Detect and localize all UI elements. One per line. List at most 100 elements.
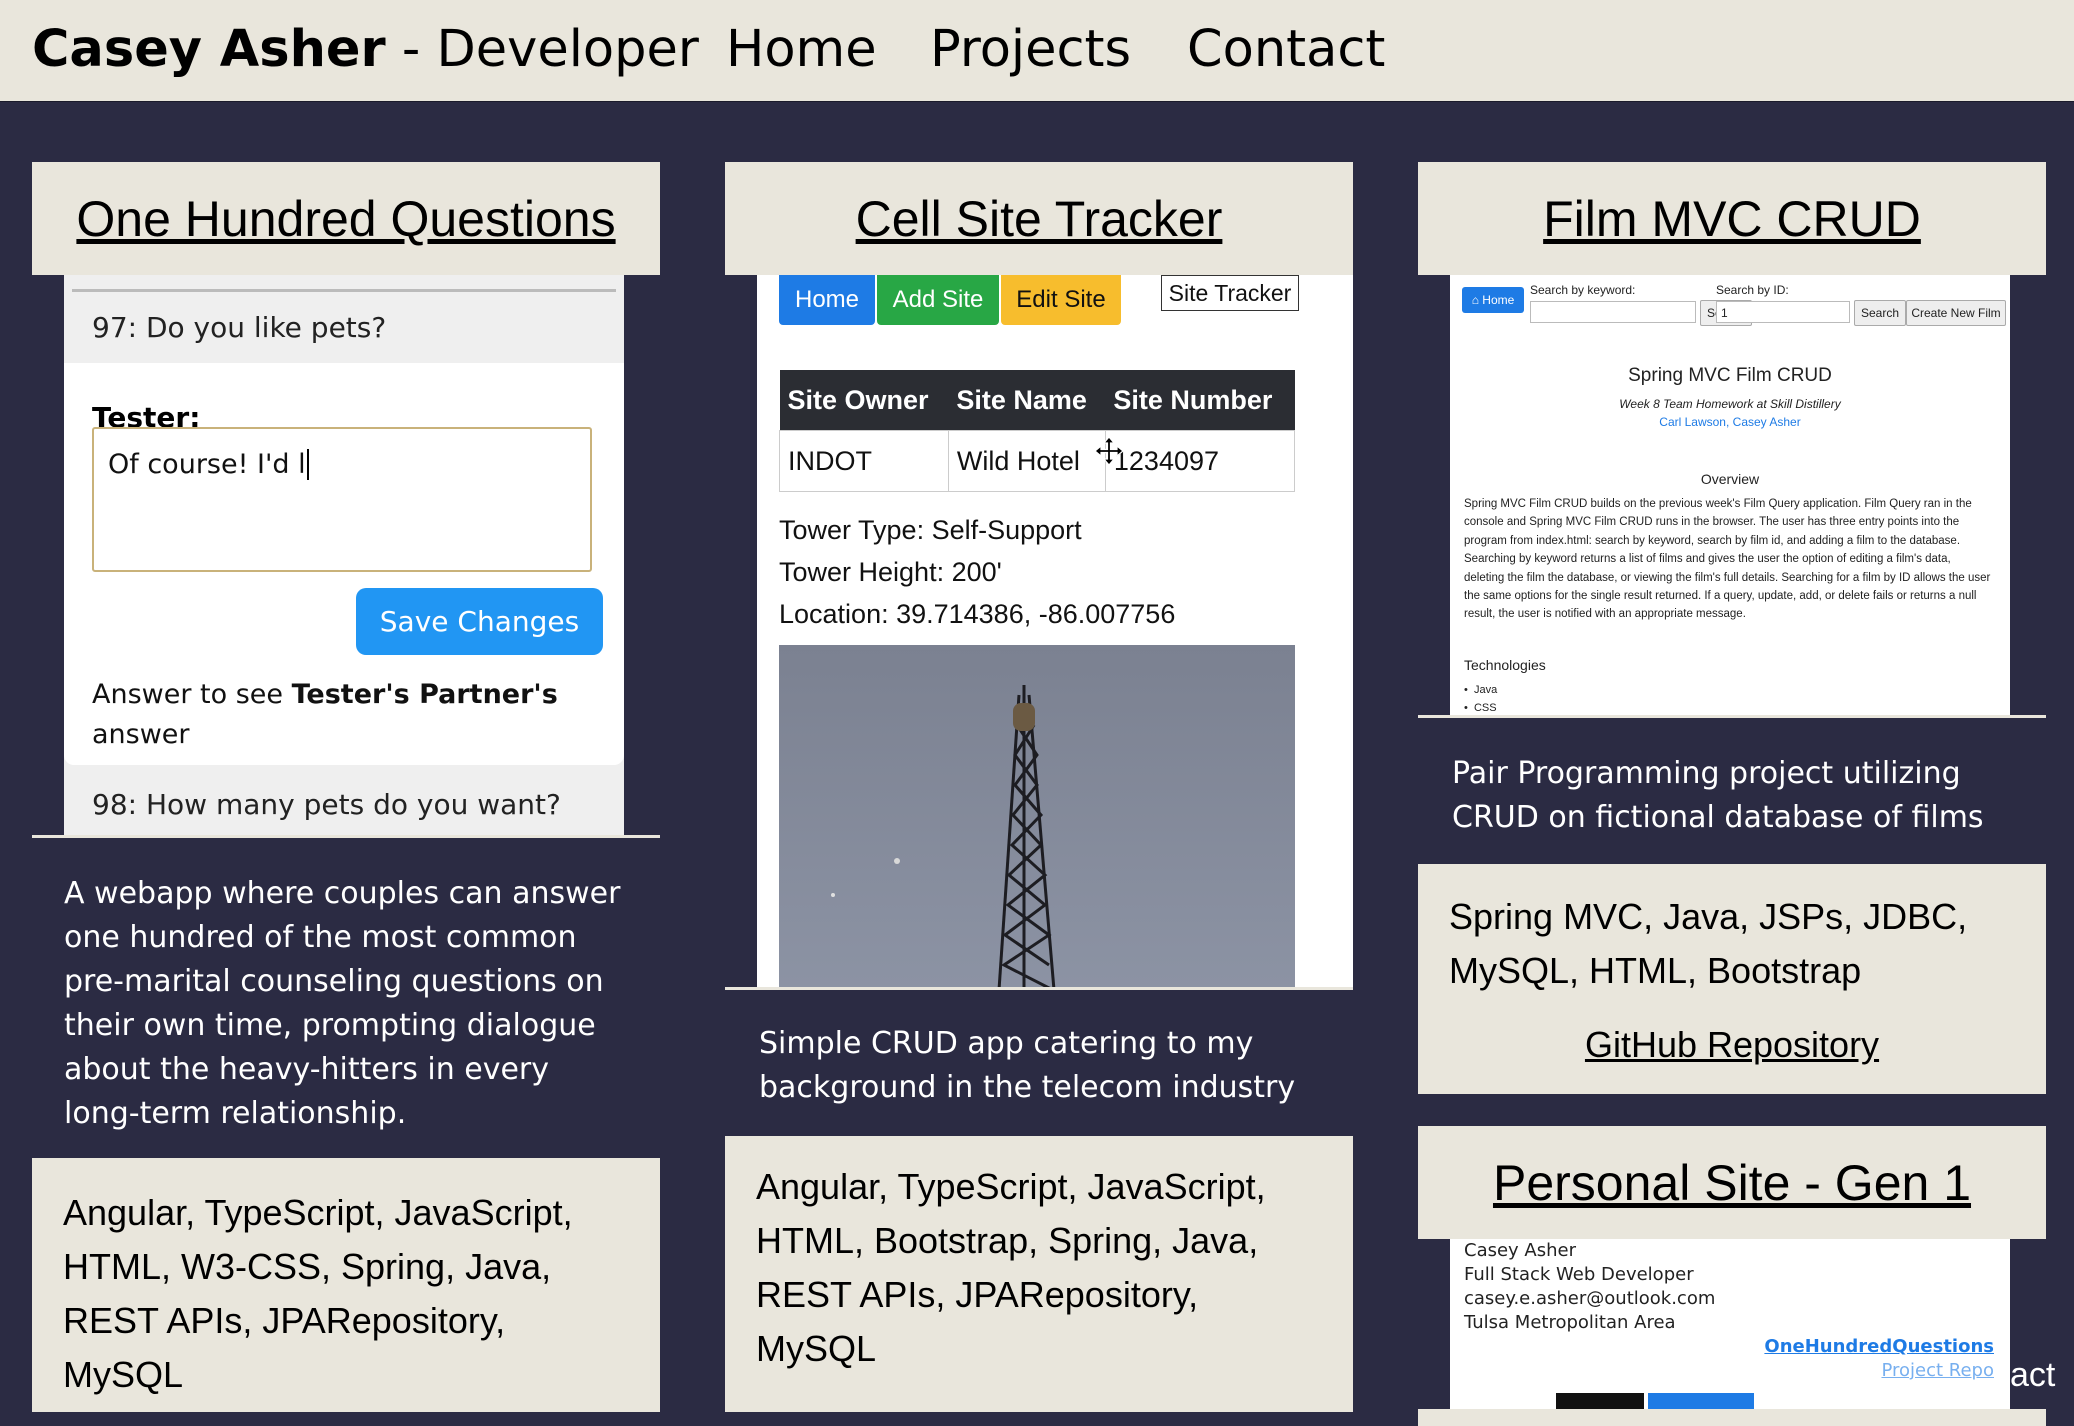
table-row: INDOT Wild Hotel 1234097	[779, 430, 1296, 492]
project-description: Simple CRUD app catering to my backgroun…	[725, 987, 1353, 1139]
author-link: Casey Asher	[1732, 415, 1801, 429]
tech-line: HTML, Bootstrap, Spring, Java,	[756, 1220, 1259, 1261]
desc-line: their own time, prompting dialogue	[64, 1008, 596, 1043]
list-item: • CSS	[1464, 702, 1497, 714]
overlay-contact-fragment: act	[2010, 1356, 2056, 1394]
project-card-personal-site-gen-1: Personal Site - Gen 1 Casey Asher Full S…	[1418, 1126, 2046, 1426]
desc-line: A webapp where couples can answer	[64, 876, 621, 911]
author-separator: ,	[1725, 415, 1733, 429]
tech-item: Java	[1473, 684, 1498, 696]
tracker-screen: Home Add Site Edit Site Site Tracker Sit…	[757, 275, 1353, 987]
author-link: Carl Lawson	[1659, 415, 1726, 429]
project-description: Pair Programming project utilizing CRUD …	[1418, 715, 2046, 867]
tech-line: HTML, W3-CSS, Spring, Java,	[63, 1246, 552, 1287]
film-heading: Spring MVC Film CRUD	[1628, 365, 1832, 386]
list-item: • Java	[1464, 684, 1498, 696]
prompt-bold: Tester's Partner's	[291, 679, 558, 710]
dark-block	[1556, 1393, 1644, 1409]
tech-line: Angular, TypeScript, JavaScript,	[756, 1166, 1266, 1207]
add-site-button: Add Site	[877, 275, 999, 325]
answer-textarea: Of course! I'd l	[92, 427, 592, 572]
move-cursor-icon	[1094, 436, 1124, 466]
project-title[interactable]: One Hundred Questions	[32, 190, 660, 248]
tech-line: REST APIs, JPARepository,	[756, 1274, 1199, 1315]
nav-projects[interactable]: Projects	[930, 20, 1131, 79]
nav-home[interactable]: Home	[726, 20, 877, 79]
search-keyword-input	[1530, 301, 1696, 323]
nav-contact[interactable]: Contact	[1187, 20, 1385, 79]
overview-title: Overview	[1700, 471, 1760, 487]
tower-illustration	[831, 685, 1056, 987]
personal-site-screen: Casey Asher Full Stack Web Developer cas…	[1450, 1239, 2010, 1409]
brand-name: Casey Asher	[32, 20, 386, 79]
search-id-button: Search	[1854, 300, 1906, 326]
desc-line: Simple CRUD app catering to my	[759, 1026, 1254, 1061]
project-tech-list: Spring MVC, Java, JSPs, JDBC, MySQL, HTM…	[1449, 890, 1967, 998]
contact-line: Casey Asher	[1464, 1240, 1576, 1261]
project-description: A webapp where couples can answer one hu…	[32, 835, 660, 1161]
search-keyword-label: Search by keyword:	[1530, 283, 1636, 297]
project-screenshot: Casey Asher Full Stack Web Developer cas…	[1418, 1239, 2046, 1409]
desc-line: CRUD on fictional database of films	[1452, 800, 1984, 835]
contact-line: casey.e.asher@outlook.com	[1464, 1288, 1716, 1309]
tech-item: CSS	[1473, 702, 1497, 714]
project-screenshot: Home Add Site Edit Site Site Tracker Sit…	[725, 275, 1353, 987]
answer-prompt: Answer to see Tester's Partner's answer	[92, 675, 592, 755]
prompt-suffix: answer	[92, 719, 190, 750]
table-header: Site Number	[1105, 370, 1295, 431]
site-tracker-brand: Site Tracker	[1161, 275, 1299, 311]
desc-line: background in the telecom industry	[759, 1070, 1296, 1105]
project-repo-link: Project Repo	[1881, 1360, 1994, 1381]
answer-panel: Tester: Of course! I'd l Save Changes An…	[64, 363, 624, 765]
table-header: Site Owner	[779, 370, 949, 431]
table-cell: Wild Hotel	[947, 430, 1106, 492]
project-title[interactable]: Cell Site Tracker	[725, 190, 1353, 248]
question-97: 97: Do you like pets?	[64, 293, 624, 363]
tower-photo	[779, 645, 1295, 987]
blue-block	[1648, 1393, 1754, 1409]
project-card-film-mvc-crud: Film MVC CRUD ⌂ Home Search by keyword: …	[1418, 162, 2046, 1094]
question-98: 98: How many pets do you want?	[64, 775, 624, 835]
edit-site-button: Edit Site	[1001, 275, 1121, 325]
search-id-label: Search by ID:	[1716, 283, 1789, 297]
desc-line: about the heavy-hitters in every	[64, 1052, 549, 1087]
tower-height: Tower Height: 200'	[779, 557, 1002, 587]
tech-line: REST APIs, JPARepository,	[63, 1300, 506, 1341]
tower-location: Location: 39.714386, -86.007756	[779, 599, 1176, 629]
save-changes-button: Save Changes	[356, 588, 603, 655]
brand-suffix: - Developer	[385, 20, 699, 79]
top-navbar: Casey Asher - Developer Home Projects Co…	[0, 0, 2074, 102]
table-cell: 1234097	[1104, 430, 1296, 492]
project-tech-list: Angular, TypeScript, JavaScript, HTML, B…	[756, 1160, 1266, 1376]
tech-line: Spring MVC, Java, JSPs, JDBC,	[1449, 896, 1968, 937]
film-authors: Carl Lawson, Casey Asher	[1450, 415, 2010, 429]
prompt-prefix: Answer to see	[92, 679, 292, 710]
table-cell: INDOT	[779, 430, 949, 492]
home-label: Home	[1482, 293, 1515, 307]
create-film-button: Create New Film	[1906, 300, 2006, 326]
project-title[interactable]: Personal Site - Gen 1	[1418, 1154, 2046, 1212]
desc-line: one hundred of the most common	[64, 920, 577, 955]
project-link: OneHundredQuestions	[1764, 1336, 1994, 1357]
project-screenshot: ⌂ Home Search by keyword: Search Search …	[1418, 275, 2046, 715]
technologies-title: Technologies	[1464, 657, 1546, 673]
desc-line: pre-marital counseling questions on	[64, 964, 604, 999]
overview-text: Spring MVC Film CRUD builds on the previ…	[1464, 498, 1991, 621]
technologies-list: • Java • CSS	[1464, 681, 1497, 715]
home-button: Home	[779, 275, 875, 325]
github-repository-link[interactable]: GitHub Repository	[1418, 1024, 2046, 1066]
desc-line: Pair Programming project utilizing	[1452, 756, 1961, 791]
search-id-input: 1	[1716, 301, 1850, 323]
table-header: Site Name	[948, 370, 1106, 431]
answer-value: Of course! I'd l	[108, 449, 306, 480]
tech-line: MySQL	[756, 1328, 877, 1369]
tech-line: MySQL, HTML, Bootstrap	[1449, 950, 1862, 991]
tower-type: Tower Type: Self-Support	[779, 515, 1082, 545]
site-brand[interactable]: Casey Asher - Developer	[32, 20, 699, 79]
project-title[interactable]: Film MVC CRUD	[1418, 190, 2046, 248]
contact-info: Casey Asher Full Stack Web Developer cas…	[1464, 1239, 1715, 1335]
project-screenshot: 97: Do you like pets? Tester: Of course!…	[32, 275, 660, 835]
sites-table: Site Owner Site Name Site Number INDOT W…	[779, 370, 1296, 492]
desc-line: long-term relationship.	[64, 1096, 407, 1131]
tech-line: Angular, TypeScript, JavaScript,	[63, 1192, 573, 1233]
